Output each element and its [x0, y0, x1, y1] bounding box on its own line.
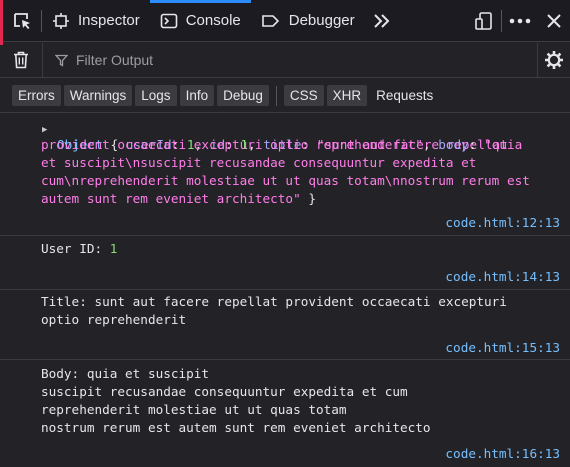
object-key: body: [438, 137, 469, 152]
filter-chip-requests[interactable]: Requests: [370, 85, 439, 106]
close-icon: [547, 13, 561, 28]
filter-chip-errors[interactable]: Errors: [12, 85, 61, 106]
tab-console-label: Console: [185, 12, 241, 29]
filter-chip-xhr[interactable]: XHR: [326, 85, 368, 106]
console-message: Body: quia et suscipit suscipit recusand…: [0, 360, 570, 467]
tab-inspector-label: Inspector: [78, 12, 140, 29]
devtools-toolbar: Inspector Console Debugger: [3, 0, 570, 42]
more-options-button[interactable]: [502, 0, 538, 42]
object-value-string: autem sunt rem eveniet architecto": [41, 191, 301, 206]
responsive-design-button[interactable]: [467, 0, 501, 42]
filter-chip-warnings[interactable]: Warnings: [63, 85, 133, 106]
log-text: User ID:: [41, 241, 103, 256]
tab-inspector[interactable]: Inspector: [42, 0, 150, 42]
debugger-icon: [261, 14, 279, 27]
more-tabs-button[interactable]: [365, 0, 399, 42]
chip-separator: [275, 85, 277, 106]
tab-debugger[interactable]: Debugger: [251, 0, 365, 42]
trash-icon: [14, 51, 28, 69]
filter-chip-logs[interactable]: Logs: [135, 85, 177, 106]
source-location-link[interactable]: code.html:15:13: [445, 339, 560, 357]
filter-output-field[interactable]: [42, 43, 537, 77]
object-value-string: et suscipit\nsuscipit recusandae consequ…: [41, 155, 477, 170]
double-chevron-right-icon: [373, 13, 390, 28]
console-icon: [160, 13, 178, 28]
source-location-link[interactable]: code.html:16:13: [445, 445, 560, 463]
console-filter-bar: [0, 42, 570, 78]
responsive-design-icon: [475, 11, 492, 30]
console-settings-button[interactable]: [537, 42, 570, 78]
gear-icon: [545, 51, 563, 69]
source-location-link[interactable]: code.html:12:13: [445, 214, 560, 232]
log-level-filters: Errors Warnings Logs Info Debug CSS XHR …: [0, 79, 570, 113]
tab-console[interactable]: Console: [149, 0, 251, 42]
object-close-brace: }: [308, 191, 316, 206]
object-value-string: provident occaecati excepturi optio repr…: [41, 137, 423, 152]
inspector-icon: [53, 12, 69, 29]
ellipsis-icon: [509, 18, 531, 23]
console-message-object: ▶ Object { userId: 1, id: 1, title: "sun…: [0, 114, 570, 236]
console-message: Title: sunt aut facere repellat providen…: [0, 290, 570, 360]
console-message: User ID: 1 code.html:14:13: [0, 236, 570, 290]
clear-console-button[interactable]: [0, 43, 42, 78]
log-value-number: 1: [109, 241, 118, 256]
log-text: Body: quia et suscipit suscipit recusand…: [41, 366, 431, 435]
log-text: Title: sunt aut facere repellat providen…: [41, 294, 515, 327]
filter-icon: [55, 54, 68, 67]
element-picker-button[interactable]: [3, 0, 41, 42]
filter-chip-debug[interactable]: Debug: [217, 85, 269, 106]
source-location-link[interactable]: code.html:14:13: [445, 268, 560, 286]
object-value-string: "quia: [484, 137, 523, 152]
element-picker-icon: [14, 12, 30, 29]
tab-debugger-label: Debugger: [288, 12, 355, 29]
object-value-string: cum\nreprehenderit molestiae ut ut quas …: [41, 173, 530, 188]
close-devtools-button[interactable]: [538, 0, 570, 42]
filter-chip-info[interactable]: Info: [179, 85, 215, 106]
filter-output-input[interactable]: [74, 51, 498, 69]
filter-chip-css[interactable]: CSS: [283, 85, 324, 106]
